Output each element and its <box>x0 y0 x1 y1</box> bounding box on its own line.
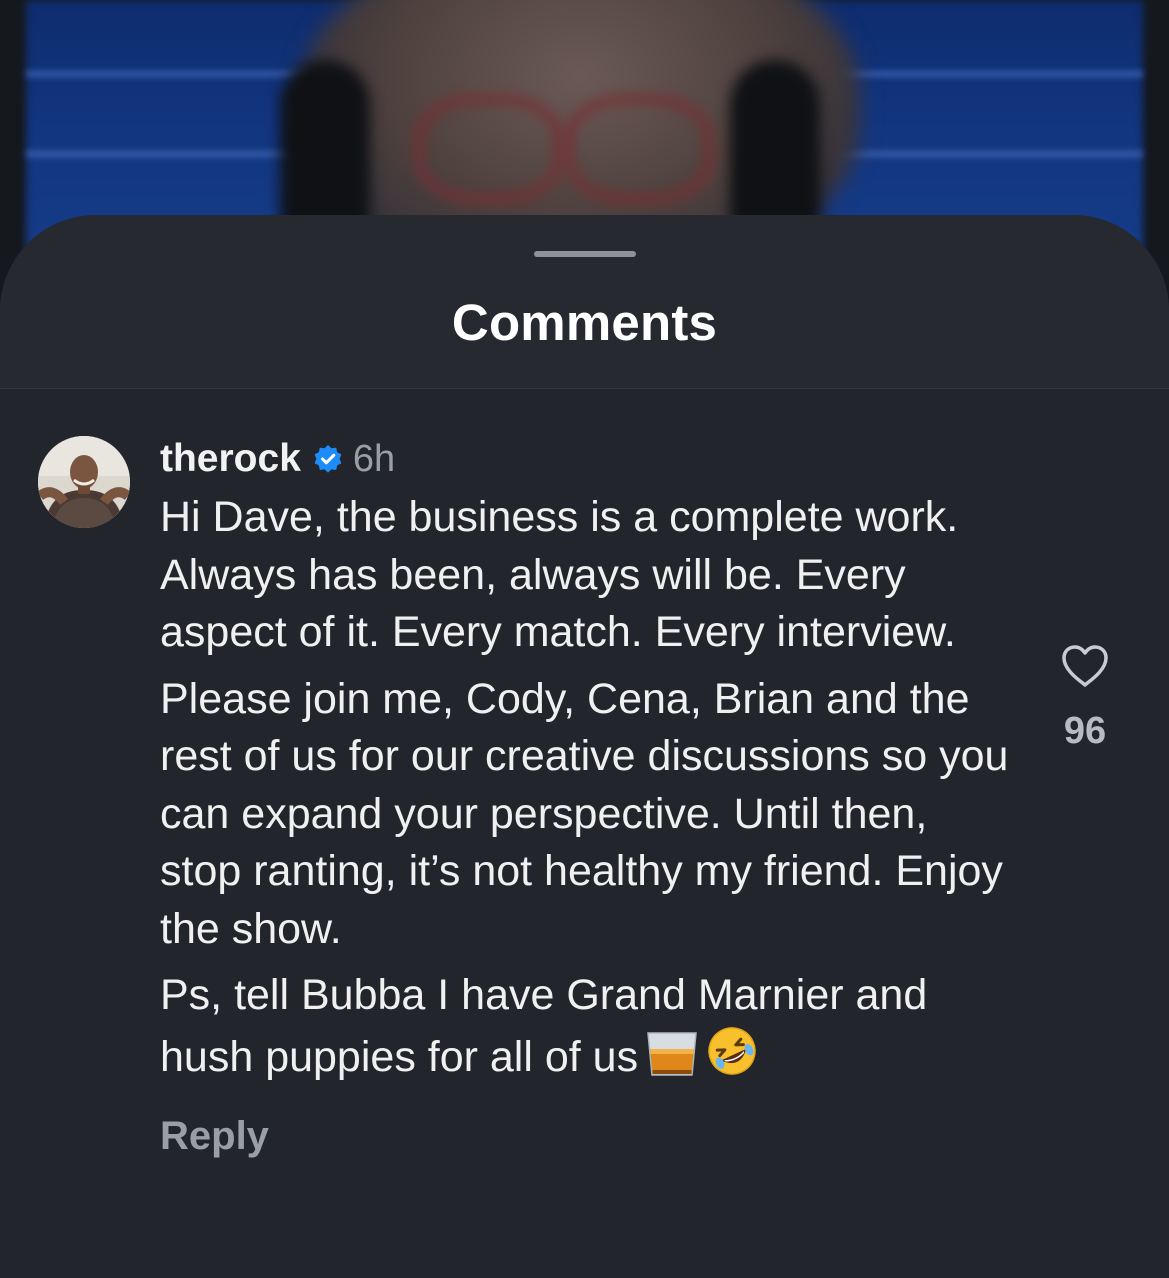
comment: therock 6h Hi Dave, the business is a co… <box>160 429 1020 1159</box>
comments-sheet: Comments therock 6h Hi Dave, the busines… <box>0 215 1169 1278</box>
sheet-title: Comments <box>451 294 718 351</box>
comment-meta: therock 6h <box>160 429 1020 489</box>
comment-paragraph: Please join me, Cody, Cena, Brian and th… <box>160 674 1009 953</box>
video-glasses-right <box>565 95 713 203</box>
avatar-photo <box>38 436 130 528</box>
comment-paragraph: Ps, tell Bubba I have Grand Marnier and … <box>160 971 928 1081</box>
video-glasses-left <box>415 95 563 203</box>
like-count: 96 <box>1063 710 1107 752</box>
tumbler-glass-icon <box>644 1031 700 1093</box>
comment-paragraph-last: Ps, tell Bubba I have Grand Marnier and … <box>160 967 1020 1092</box>
comment-list: therock 6h Hi Dave, the business is a co… <box>0 389 1169 1278</box>
reply-button[interactable]: Reply <box>160 1114 1020 1159</box>
heart-icon[interactable] <box>1060 644 1110 688</box>
comment-text: Hi Dave, the business is a complete work… <box>160 489 1020 1092</box>
like-column: 96 <box>1050 644 1120 753</box>
comment-timestamp: 6h <box>352 437 396 480</box>
avatar[interactable] <box>38 436 130 528</box>
sheet-header: Comments <box>0 215 1169 389</box>
verified-badge-icon <box>313 444 343 474</box>
comment-username[interactable]: therock <box>160 437 301 481</box>
rolling-on-floor-laughing-icon <box>706 1025 758 1093</box>
comment-paragraph: Hi Dave, the business is a complete work… <box>160 493 959 656</box>
sheet-grabber-handle[interactable] <box>534 251 636 257</box>
screen: Comments therock 6h Hi Dave, the busines… <box>0 0 1169 1278</box>
